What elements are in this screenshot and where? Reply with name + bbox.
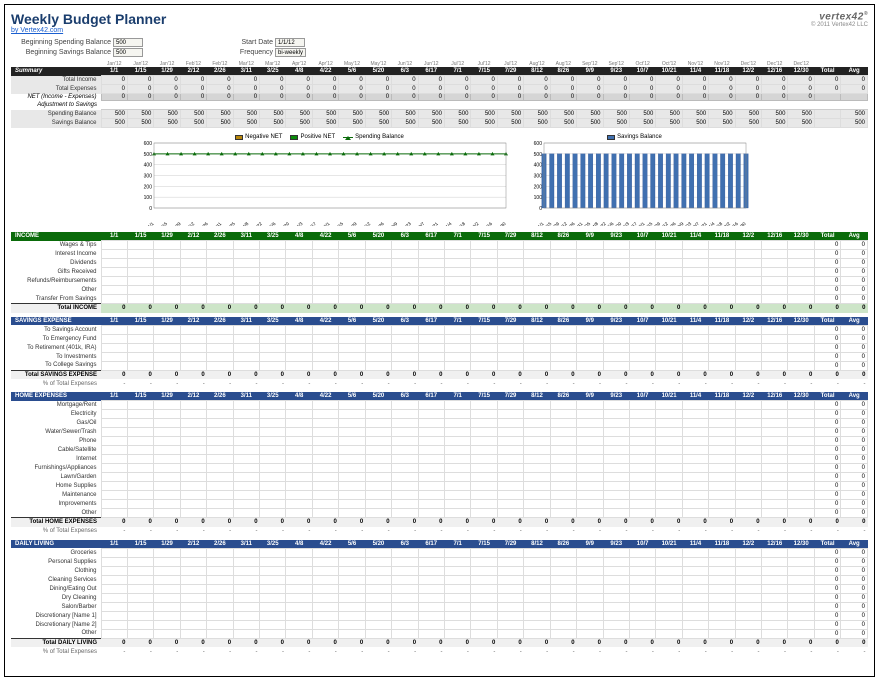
summary-table: Jan'12Jan'12Jan'12Feb'12Feb'12Mar'12Mar'… bbox=[11, 61, 868, 128]
svg-text:4/22: 4/22 bbox=[253, 221, 263, 226]
svg-text:4/8: 4/8 bbox=[241, 221, 249, 226]
chart-spending: Negative NETPositive NETSpending Balance… bbox=[130, 134, 510, 226]
sections: INCOME1/11/151/292/122/263/113/254/84/22… bbox=[11, 232, 868, 660]
svg-text:400: 400 bbox=[533, 163, 542, 169]
svg-text:600: 600 bbox=[533, 141, 542, 147]
savings-balance-value[interactable]: 500 bbox=[113, 48, 143, 57]
section-daily-living: DAILY LIVING1/11/151/292/122/263/113/254… bbox=[11, 540, 868, 657]
svg-text:1/1: 1/1 bbox=[146, 221, 154, 226]
section-income: INCOME1/11/151/292/122/263/113/254/84/22… bbox=[11, 232, 868, 313]
start-date-label: Start Date bbox=[173, 39, 273, 46]
svg-text:8/12: 8/12 bbox=[361, 221, 371, 226]
page-title: Weekly Budget Planner bbox=[11, 11, 166, 27]
svg-text:11/18: 11/18 bbox=[454, 221, 466, 226]
svg-text:200: 200 bbox=[143, 184, 152, 190]
section-savings-expense: SAVINGS EXPENSE1/11/151/292/122/263/113/… bbox=[11, 317, 868, 389]
svg-text:3/11: 3/11 bbox=[212, 221, 222, 226]
svg-text:5/6: 5/6 bbox=[268, 221, 276, 226]
spending-balance-label: Beginning Spending Balance bbox=[11, 39, 111, 46]
chart-savings: Savings Balance 01002003004005006001/11/… bbox=[520, 134, 750, 226]
svg-text:500: 500 bbox=[143, 152, 152, 158]
svg-text:1/29: 1/29 bbox=[172, 221, 182, 226]
svg-text:200: 200 bbox=[533, 184, 542, 190]
svg-text:5/20: 5/20 bbox=[280, 221, 290, 226]
svg-text:7/29: 7/29 bbox=[348, 221, 358, 226]
svg-text:1/15: 1/15 bbox=[158, 221, 168, 226]
svg-text:0: 0 bbox=[149, 206, 152, 212]
svg-text:7/15: 7/15 bbox=[334, 221, 344, 226]
start-date-value[interactable]: 1/1/12 bbox=[275, 38, 305, 47]
svg-text:9/23: 9/23 bbox=[402, 221, 412, 226]
svg-text:7/1: 7/1 bbox=[322, 221, 330, 226]
svg-text:300: 300 bbox=[533, 174, 542, 180]
header: Weekly Budget Planner by Vertex42.com ve… bbox=[11, 11, 868, 34]
svg-text:10/21: 10/21 bbox=[427, 221, 439, 226]
svg-text:8/26: 8/26 bbox=[375, 221, 385, 226]
brand: vertex42® © 2011 Vertex42 LLC bbox=[811, 11, 868, 28]
brand-logo: vertex42® bbox=[811, 11, 868, 22]
svg-text:400: 400 bbox=[143, 163, 152, 169]
section-home-expenses: HOME EXPENSES1/11/151/292/122/263/113/25… bbox=[11, 392, 868, 536]
svg-text:3/25: 3/25 bbox=[226, 221, 236, 226]
document: Weekly Budget Planner by Vertex42.com ve… bbox=[4, 4, 875, 677]
frequency-label: Frequency bbox=[173, 49, 273, 56]
svg-text:300: 300 bbox=[143, 174, 152, 180]
author-link[interactable]: by Vertex42.com bbox=[11, 27, 63, 34]
svg-text:12/16: 12/16 bbox=[481, 221, 493, 226]
svg-text:6/3: 6/3 bbox=[295, 221, 303, 226]
svg-text:12/30: 12/30 bbox=[495, 221, 507, 226]
svg-text:10/7: 10/7 bbox=[415, 221, 425, 226]
inputs-row: Beginning Spending Balance500 Beginning … bbox=[11, 38, 868, 57]
svg-text:500: 500 bbox=[533, 152, 542, 158]
svg-text:2/26: 2/26 bbox=[199, 221, 209, 226]
svg-text:100: 100 bbox=[533, 195, 542, 201]
svg-text:12/2: 12/2 bbox=[469, 221, 479, 226]
svg-text:600: 600 bbox=[143, 141, 152, 147]
svg-text:100: 100 bbox=[143, 195, 152, 201]
copyright: © 2011 Vertex42 LLC bbox=[811, 22, 868, 28]
svg-text:11/4: 11/4 bbox=[443, 221, 453, 226]
svg-text:2/12: 2/12 bbox=[185, 221, 195, 226]
charts-row: Negative NETPositive NETSpending Balance… bbox=[11, 134, 868, 226]
frequency-value[interactable]: bi-weekly bbox=[275, 48, 306, 57]
savings-balance-label: Beginning Savings Balance bbox=[11, 49, 111, 56]
spending-balance-value[interactable]: 500 bbox=[113, 38, 143, 47]
svg-text:6/17: 6/17 bbox=[307, 221, 317, 226]
svg-text:9/9: 9/9 bbox=[390, 221, 398, 226]
